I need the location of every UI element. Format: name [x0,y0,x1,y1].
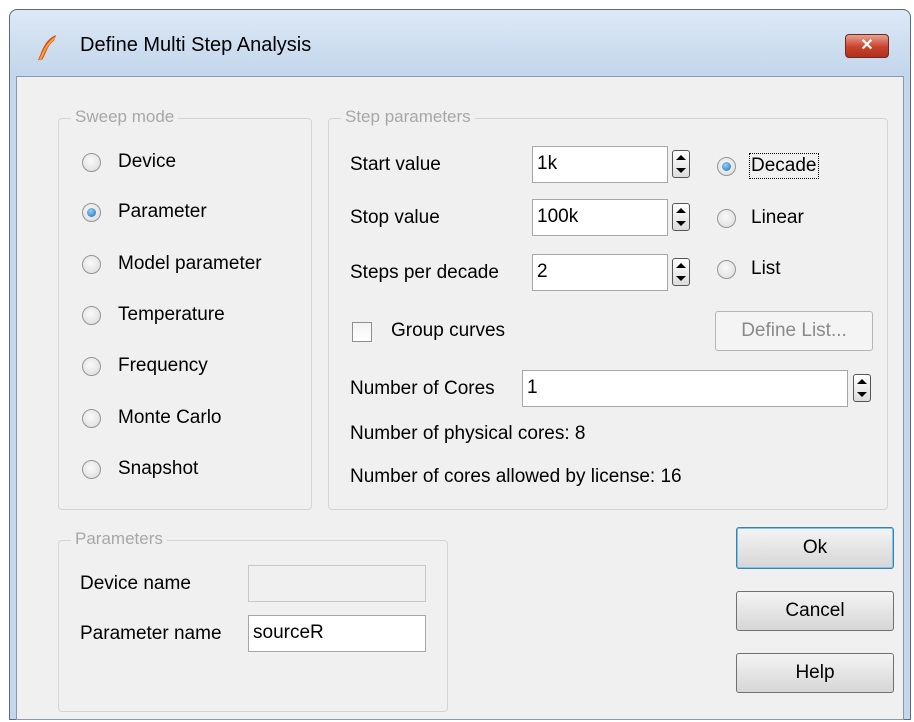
help-button[interactable]: Help [736,653,894,693]
sweep-mode-snapshot-label[interactable]: Snapshot [118,458,198,480]
sweep-mode-snapshot-radio[interactable] [82,460,101,479]
scale-decade-radio[interactable] [717,157,736,176]
cancel-button[interactable]: Cancel [736,591,894,631]
sweep-mode-temperature-radio[interactable] [82,306,101,325]
sweep-mode-parameter-label[interactable]: Parameter [118,201,207,223]
dialog-client-area: Sweep mode Device Parameter Model parame… [16,76,904,720]
license-cores-text: Number of cores allowed by license: 16 [350,466,682,487]
sweep-mode-model-parameter-radio[interactable] [82,255,101,274]
sweep-mode-monte-carlo-radio[interactable] [82,409,101,428]
sweep-mode-temperature-label[interactable]: Temperature [118,304,225,326]
number-of-cores-label: Number of Cores [350,378,495,399]
close-button[interactable]: ✕ [845,34,889,58]
scale-decade-label[interactable]: Decade [749,153,819,179]
title-bar[interactable]: Define Multi Step Analysis ✕ [10,10,910,74]
group-curves-checkbox[interactable] [352,322,372,342]
number-of-cores-spinner[interactable] [853,374,871,402]
sweep-mode-frequency-label[interactable]: Frequency [118,355,208,377]
sweep-mode-model-parameter-label[interactable]: Model parameter [118,253,262,275]
sweep-mode-device-radio[interactable] [82,153,101,172]
dialog-window: Define Multi Step Analysis ✕ Sweep mode … [9,9,911,720]
scale-list-radio[interactable] [717,260,736,279]
device-name-input[interactable] [248,565,426,602]
steps-per-decade-input[interactable]: 2 [532,254,668,291]
start-value-label: Start value [350,154,441,175]
ok-button[interactable]: Ok [736,527,894,569]
steps-per-decade-label: Steps per decade [350,262,499,283]
scale-linear-label[interactable]: Linear [751,207,804,229]
physical-cores-text: Number of physical cores: 8 [350,423,586,444]
device-name-label: Device name [80,573,191,594]
sweep-mode-parameter-radio[interactable] [82,203,101,222]
steps-per-decade-spinner[interactable] [672,258,690,286]
stop-value-label: Stop value [350,207,440,228]
app-logo-icon [38,35,56,61]
scale-linear-radio[interactable] [717,209,736,228]
start-value-spinner[interactable] [672,150,690,178]
window-title: Define Multi Step Analysis [80,34,312,56]
number-of-cores-input[interactable]: 1 [522,370,848,407]
parameters-title: Parameters [71,529,167,549]
close-icon: ✕ [860,37,874,54]
sweep-mode-frequency-radio[interactable] [82,357,101,376]
define-list-button[interactable]: Define List... [715,311,873,351]
step-parameters-title: Step parameters [341,107,475,127]
parameter-name-input[interactable]: sourceR [248,615,426,652]
sweep-mode-monte-carlo-label[interactable]: Monte Carlo [118,407,222,429]
sweep-mode-device-label[interactable]: Device [118,151,176,173]
stop-value-input[interactable]: 100k [532,199,668,236]
stop-value-spinner[interactable] [672,203,690,231]
scale-list-label[interactable]: List [751,258,781,280]
sweep-mode-title: Sweep mode [71,107,179,127]
start-value-input[interactable]: 1k [532,146,668,183]
group-curves-label[interactable]: Group curves [391,320,505,342]
parameter-name-label: Parameter name [80,623,222,644]
